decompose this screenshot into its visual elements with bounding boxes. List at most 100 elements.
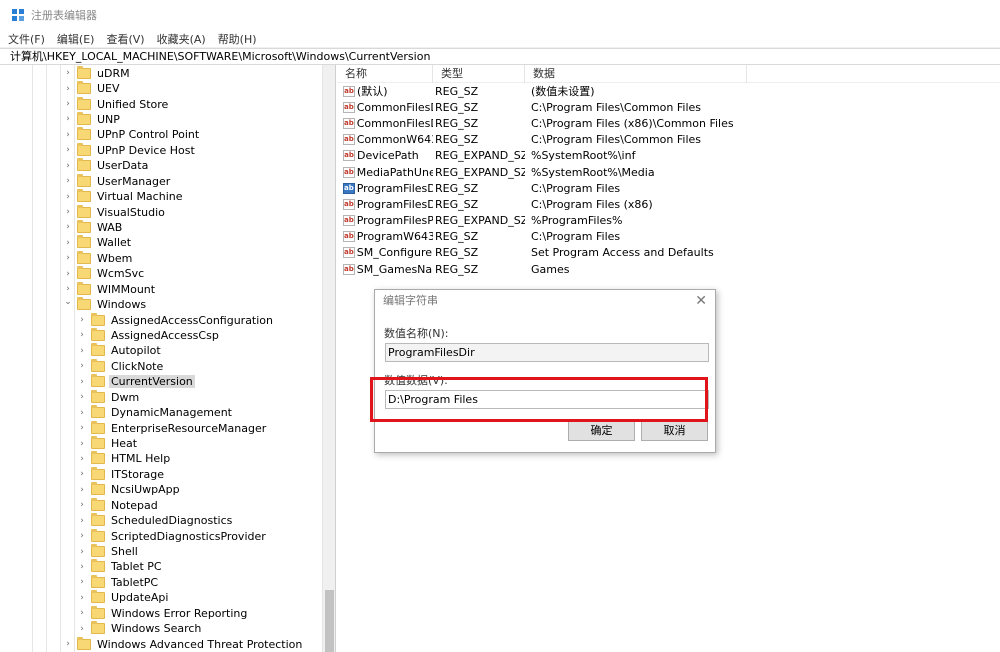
chevron-right-icon[interactable]: ›	[77, 439, 87, 449]
tree-item[interactable]: › Heat	[77, 436, 137, 451]
value-name-field[interactable]: ProgramFilesDir	[385, 343, 709, 362]
tree-item[interactable]: › ClickNote	[77, 358, 163, 374]
tree-item[interactable]: › UserData	[63, 158, 148, 173]
chevron-right-icon[interactable]: ›	[77, 408, 87, 418]
value-row[interactable]: abCommonFilesDirREG_SZ C:\Program Files\C…	[337, 99, 1000, 115]
menu-help[interactable]: 帮助(H)	[218, 31, 257, 47]
chevron-right-icon[interactable]: ›	[63, 145, 73, 155]
chevron-right-icon[interactable]: ›	[77, 361, 87, 371]
tree-item[interactable]: › Notepad	[77, 497, 158, 513]
chevron-right-icon[interactable]: ›	[63, 84, 73, 94]
chevron-right-icon[interactable]: ›	[77, 593, 87, 603]
address-path[interactable]: 计算机\HKEY_LOCAL_MACHINE\SOFTWARE\Microsof…	[10, 49, 430, 64]
ok-button[interactable]: 确定	[568, 421, 635, 441]
chevron-right-icon[interactable]: ›	[63, 114, 73, 124]
tree-scrollbar-thumb[interactable]	[325, 590, 334, 652]
tree-item[interactable]: › ScheduledDiagnostics	[77, 513, 232, 528]
value-row[interactable]: abProgramW643...REG_SZ C:\Program Files	[337, 229, 1000, 245]
chevron-right-icon[interactable]: ›	[77, 485, 87, 495]
chevron-right-icon[interactable]: ›	[63, 68, 73, 78]
value-row[interactable]: abSM_Configure...REG_SZ Set Program Acces…	[337, 245, 1000, 261]
tree-item[interactable]: › Windows Advanced Threat Protection	[63, 636, 302, 651]
chevron-right-icon[interactable]: ›	[63, 253, 73, 263]
column-header-data[interactable]: 数据	[525, 64, 747, 83]
tree-item[interactable]: › Shell	[77, 544, 138, 559]
chevron-right-icon[interactable]: ›	[63, 207, 73, 217]
value-row[interactable]: abProgramFilesP...REG_EXPAND_SZ %ProgramF…	[337, 213, 1000, 229]
chevron-right-icon[interactable]: ›	[77, 531, 87, 541]
tree-item[interactable]: › WIMMount	[63, 281, 155, 297]
cancel-button[interactable]: 取消	[641, 421, 708, 441]
menu-file[interactable]: 文件(F)	[8, 31, 45, 47]
chevron-right-icon[interactable]: ›	[77, 500, 87, 510]
tree-item[interactable]: › ScriptedDiagnosticsProvider	[77, 528, 266, 543]
tree-item[interactable]: › Autopilot	[77, 343, 161, 358]
address-bar[interactable]: 计算机\HKEY_LOCAL_MACHINE\SOFTWARE\Microsof…	[0, 48, 1000, 65]
chevron-right-icon[interactable]: ›	[63, 99, 73, 109]
tree-item[interactable]: › Dwm	[77, 389, 139, 405]
value-row[interactable]: ab DevicePath REG_EXPAND_SZ %SystemRoot%\in…	[337, 148, 1000, 164]
chevron-right-icon[interactable]: ›	[77, 469, 87, 479]
tree-item[interactable]: › AssignedAccessConfiguration	[77, 312, 273, 327]
chevron-right-icon[interactable]: ›	[77, 377, 87, 387]
chevron-right-icon[interactable]: ›	[63, 130, 73, 140]
chevron-right-icon[interactable]: ›	[77, 392, 87, 402]
chevron-right-icon[interactable]: ›	[77, 562, 87, 572]
tree-item[interactable]: › WcmSvc	[63, 266, 144, 281]
tree-item[interactable]: › TabletPC	[77, 574, 158, 590]
tree-item[interactable]: › UPnP Control Point	[63, 127, 199, 142]
value-row[interactable]: abProgramFilesD...REG_SZ C:\Program Files…	[337, 196, 1000, 212]
tree-item[interactable]: › UpdateApi	[77, 590, 168, 605]
tree-item[interactable]: › VisualStudio	[63, 204, 165, 219]
tree-item[interactable]: › ITStorage	[77, 466, 164, 482]
chevron-right-icon[interactable]: ›	[63, 284, 73, 294]
column-header-type[interactable]: 类型	[433, 64, 525, 83]
chevron-right-icon[interactable]: ›	[77, 346, 87, 356]
tree-item[interactable]: › UEV	[63, 81, 120, 96]
chevron-right-icon[interactable]: ›	[77, 608, 87, 618]
tree-item[interactable]: › Virtual Machine	[63, 189, 183, 204]
chevron-right-icon[interactable]: ›	[63, 161, 73, 171]
tree-item[interactable]: › Windows Search	[77, 621, 201, 636]
chevron-right-icon[interactable]: ›	[77, 516, 87, 526]
value-row[interactable]: abCommonFilesD...REG_SZ C:\Program Files …	[337, 115, 1000, 131]
chevron-right-icon[interactable]: ›	[77, 315, 87, 325]
chevron-right-icon[interactable]: ›	[63, 269, 73, 279]
tree-item[interactable]: › Wallet	[63, 235, 131, 250]
chevron-right-icon[interactable]: ›	[63, 238, 73, 248]
value-data-field[interactable]: D:\Program Files	[385, 390, 709, 409]
tree-scrollbar[interactable]	[322, 65, 335, 652]
tree-item[interactable]: › DynamicManagement	[77, 405, 232, 420]
tree-item[interactable]: › Wbem	[63, 250, 132, 266]
value-row[interactable]: abSM_GamesNa...REG_SZ Games	[337, 261, 1000, 277]
tree-item[interactable]: › NcsiUwpApp	[77, 482, 180, 497]
chevron-right-icon[interactable]: ›	[77, 547, 87, 557]
tree-item[interactable]: › HTML Help	[77, 451, 170, 466]
tree-item[interactable]: › Unified Store	[63, 96, 168, 111]
menu-favorites[interactable]: 收藏夹(A)	[157, 31, 206, 47]
value-row[interactable]: abMediaPathUne...REG_EXPAND_SZ %SystemRoo…	[337, 164, 1000, 180]
value-row[interactable]: ab (默认) REG_SZ (数值未设置)	[337, 83, 1000, 99]
tree-item[interactable]: › Windows Error Reporting	[77, 605, 247, 621]
chevron-right-icon[interactable]: ›	[63, 639, 73, 649]
column-header-name[interactable]: 名称	[337, 64, 433, 83]
tree-item[interactable]: › UNP	[63, 111, 120, 127]
tree-item[interactable]: › uDRM	[63, 65, 130, 81]
chevron-right-icon[interactable]: ›	[63, 176, 73, 186]
tree-item[interactable]: › WAB	[63, 219, 122, 235]
chevron-right-icon[interactable]: ›	[77, 423, 87, 433]
tree-item[interactable]: › UPnP Device Host	[63, 142, 195, 158]
chevron-right-icon[interactable]: ›	[63, 222, 73, 232]
tree-item[interactable]: › UserManager	[63, 173, 170, 189]
tree-item[interactable]: › CurrentVersion	[77, 374, 195, 389]
chevron-right-icon[interactable]: ›	[63, 192, 73, 202]
value-row[interactable]: abProgramFilesDirREG_SZ C:\Program Files	[337, 180, 1000, 196]
tree-item[interactable]: ⌄ Windows	[63, 297, 146, 312]
chevron-right-icon[interactable]: ›	[77, 577, 87, 587]
menu-edit[interactable]: 编辑(E)	[57, 31, 95, 47]
value-row[interactable]: abCommonW643...REG_SZ C:\Program Files\Co…	[337, 132, 1000, 148]
key-tree-pane[interactable]: › uDRM › UEV › Unified Store › UNP › UPnP Control…	[0, 65, 336, 652]
menu-view[interactable]: 查看(V)	[106, 31, 144, 47]
chevron-right-icon[interactable]: ›	[77, 330, 87, 340]
tree-item[interactable]: › EnterpriseResourceManager	[77, 420, 266, 435]
